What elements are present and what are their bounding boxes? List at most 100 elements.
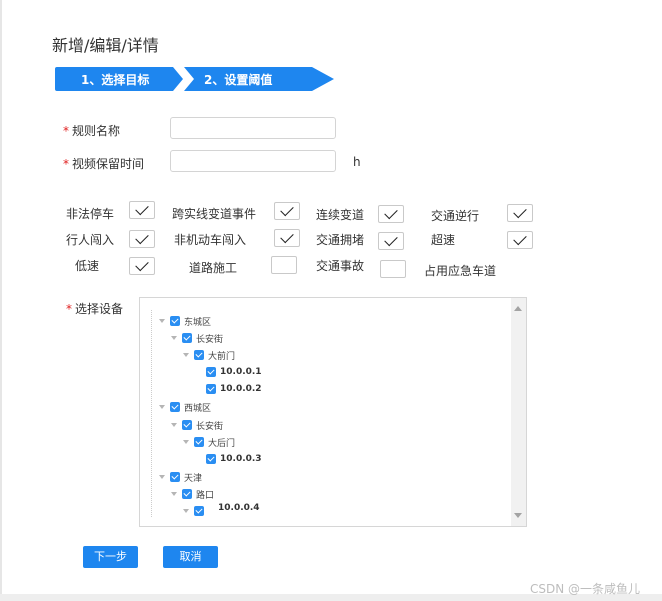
event-checkbox[interactable] [274, 202, 300, 220]
tree-checkbox[interactable] [206, 384, 216, 394]
step-indicator: 1、选择目标 2、设置阈值 [55, 67, 335, 91]
caret-down-icon[interactable] [183, 440, 189, 444]
step-set-threshold[interactable]: 2、设置阈值 [184, 67, 334, 91]
tree-node-label: 10.0.0.4 [218, 503, 260, 513]
caret-down-icon[interactable] [159, 475, 165, 479]
check-icon [384, 205, 398, 220]
tree-checkbox[interactable] [170, 472, 180, 482]
scroll-up-arrow-icon[interactable] [514, 306, 522, 311]
caret-down-icon[interactable] [159, 405, 165, 409]
cancel-button[interactable]: 取消 [163, 546, 218, 568]
event-label: 占用应急车道 [424, 264, 497, 278]
tree-checkbox[interactable] [194, 350, 204, 360]
event-label: 非法停车 [66, 207, 115, 221]
tree-checkbox[interactable] [170, 402, 180, 412]
tree-node[interactable]: 大后门 [183, 435, 235, 449]
event-checkbox[interactable] [274, 229, 300, 247]
tree-checkbox[interactable] [182, 333, 192, 343]
tree-checkbox[interactable] [206, 367, 216, 377]
required-mark: * [66, 302, 72, 316]
tree-node[interactable]: 路口 [171, 487, 214, 501]
rule-name-label: * 规则名称 [63, 124, 121, 138]
check-icon [195, 506, 203, 514]
event-checkbox[interactable] [378, 205, 404, 223]
tree-node-label: 10.0.0.1 [220, 367, 262, 377]
step-label: 2、设置阈值 [204, 73, 273, 87]
event-checkbox[interactable] [271, 256, 297, 274]
required-mark: * [63, 124, 69, 138]
check-icon [195, 350, 203, 358]
caret-down-icon[interactable] [171, 336, 177, 340]
caret-down-icon[interactable] [183, 353, 189, 357]
event-label: 跨实线变道事件 [172, 207, 257, 221]
caret-down-icon[interactable] [171, 423, 177, 427]
tree-node[interactable]: 长安街 [171, 331, 223, 345]
video-keep-input[interactable] [170, 150, 336, 172]
step-label: 1、选择目标 [81, 73, 150, 87]
tree-node[interactable]: 东城区 [159, 314, 211, 328]
event-checkbox[interactable] [378, 232, 404, 250]
tree-node[interactable]: 大前门 [183, 348, 235, 362]
tree-node[interactable]: 长安街 [171, 418, 223, 432]
check-icon [280, 202, 294, 217]
event-checkbox[interactable] [507, 204, 533, 222]
check-icon [171, 316, 179, 324]
event-label: 连续变道 [316, 208, 365, 222]
tree-node[interactable]: 天津 [159, 470, 202, 484]
tree-checkbox[interactable] [170, 316, 180, 326]
tree-node[interactable]: 西城区 [159, 400, 211, 414]
check-icon [195, 437, 203, 445]
caret-down-icon[interactable] [159, 319, 165, 323]
device-tree[interactable]: 东城区 长安街 大前门 10.0.0.1 10.0.0.2 西城区 长安街 大后… [139, 297, 527, 527]
caret-down-icon[interactable] [171, 492, 177, 496]
event-checkbox[interactable] [129, 230, 155, 248]
check-icon [183, 489, 191, 497]
event-label: 行人闯入 [66, 233, 115, 247]
event-label: 交通事故 [316, 259, 365, 273]
check-icon [171, 402, 179, 410]
caret-down-icon[interactable] [183, 509, 189, 513]
tree-node[interactable]: 10.0.0.1 [195, 365, 262, 379]
tree-node-label: 大前门 [208, 351, 236, 362]
video-keep-unit: h [353, 155, 361, 169]
left-border [0, 0, 2, 601]
tree-node-label: 西城区 [184, 403, 212, 414]
tree-node[interactable]: 10.0.0.4 [218, 501, 260, 515]
video-keep-label: * 视频保留时间 [63, 157, 145, 171]
tree-scrollbar[interactable] [511, 298, 526, 526]
tree-node[interactable]: 10.0.0.2 [195, 382, 262, 396]
device-label: * 选择设备 [66, 302, 124, 316]
tree-node-label: 长安街 [196, 334, 224, 345]
event-checkbox[interactable] [507, 231, 533, 249]
step-select-target[interactable]: 1、选择目标 [55, 67, 183, 91]
scroll-down-arrow-icon[interactable] [514, 513, 522, 518]
event-label: 超速 [431, 233, 456, 247]
check-icon [207, 367, 215, 375]
watermark: CSDN @一条咸鱼儿 [530, 582, 641, 596]
tree-node[interactable] [183, 504, 208, 518]
event-checkbox[interactable] [129, 257, 155, 275]
tree-checkbox[interactable] [194, 506, 204, 516]
tree-checkbox[interactable] [182, 420, 192, 430]
tree-node-label: 东城区 [184, 317, 212, 328]
rule-name-input[interactable] [170, 117, 336, 139]
check-icon [135, 257, 149, 272]
next-step-button[interactable]: 下一步 [83, 546, 138, 568]
check-icon [384, 232, 398, 247]
tree-node-label: 天津 [184, 473, 203, 484]
required-mark: * [63, 157, 69, 171]
event-checkbox[interactable] [380, 260, 406, 278]
event-checkbox[interactable] [129, 201, 155, 219]
event-label: 交通拥堵 [316, 233, 365, 247]
tree-checkbox[interactable] [182, 489, 192, 499]
tree-checkbox[interactable] [194, 437, 204, 447]
check-icon [513, 231, 527, 246]
tree-node[interactable]: 10.0.0.3 [195, 452, 262, 466]
tree-node-label: 长安街 [196, 421, 224, 432]
tree-checkbox[interactable] [206, 454, 216, 464]
event-label: 交通逆行 [431, 209, 480, 223]
check-icon [183, 420, 191, 428]
check-icon [207, 454, 215, 462]
check-icon [183, 333, 191, 341]
check-icon [280, 229, 294, 244]
